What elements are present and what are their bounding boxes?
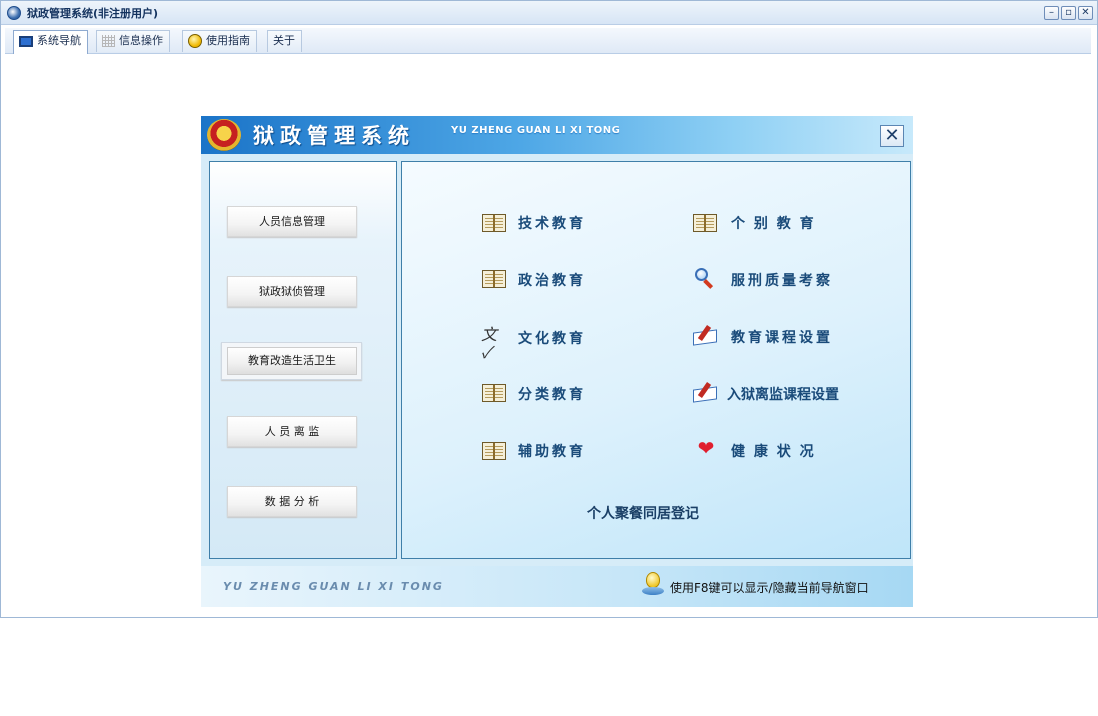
tab-label: 关于 xyxy=(273,34,295,47)
module-menu: 人员信息管理 狱政狱侦管理 教育改造生活卫生 人 员 离 监 数 据 分 析 xyxy=(209,161,397,559)
menu-label: 教育改造生活卫生 xyxy=(227,347,357,375)
panel-close-button[interactable]: ✕ xyxy=(880,125,904,147)
footer-brand-text: YU ZHENG GUAN LI XI TONG xyxy=(223,580,444,593)
link-auxiliary-education[interactable]: 辅助教育 xyxy=(518,441,586,461)
education-panel: 技术教育 政治教育 文✓ 文化教育 分类教育 辅助教育 个 别 教 育 服刑质量… xyxy=(401,161,911,559)
tab-label: 使用指南 xyxy=(206,34,250,47)
window-title: 狱政管理系统(非注册用户) xyxy=(27,7,159,20)
menu-education-reform[interactable]: 教育改造生活卫生 xyxy=(221,342,362,380)
book-icon xyxy=(482,442,506,460)
tab-bar: 系统导航 信息操作 使用指南 关于 xyxy=(5,28,1091,54)
tip-bulb-icon xyxy=(642,572,666,598)
tab-about[interactable]: 关于 xyxy=(267,30,302,52)
link-course-settings[interactable]: 教育课程设置 xyxy=(731,327,833,347)
title-bar: 狱政管理系统(非注册用户) – ▫ ✕ xyxy=(1,1,1097,25)
police-emblem-icon xyxy=(207,119,241,151)
link-political-education[interactable]: 政治教育 xyxy=(518,270,586,290)
app-logo-icon xyxy=(7,6,21,20)
link-sentence-quality-review[interactable]: 服刑质量考察 xyxy=(731,270,833,290)
monitor-icon xyxy=(19,35,33,47)
tab-user-guide[interactable]: 使用指南 xyxy=(182,30,257,52)
book-icon xyxy=(482,384,506,402)
book-icon xyxy=(693,214,717,232)
panel-header: 狱政管理系统 YU ZHENG GUAN LI XI TONG ✕ xyxy=(201,116,913,154)
link-admission-release-courses[interactable]: 入狱离监课程设置 xyxy=(727,384,839,404)
pen-book-icon xyxy=(693,382,719,403)
restore-button[interactable]: ▫ xyxy=(1061,6,1076,20)
link-classified-education[interactable]: 分类教育 xyxy=(518,384,586,404)
bulb-icon xyxy=(188,34,202,48)
grid-icon xyxy=(102,35,115,47)
minimize-button[interactable]: – xyxy=(1044,6,1059,20)
pen-book-icon xyxy=(693,325,719,346)
tab-label: 系统导航 xyxy=(37,34,81,47)
link-gathering-cohabitation-register[interactable]: 个人聚餐同居登记 xyxy=(587,503,699,523)
magnifier-icon xyxy=(695,268,715,289)
writing-icon: 文✓ xyxy=(481,325,498,362)
tab-label: 信息操作 xyxy=(119,34,163,47)
menu-personnel-release[interactable]: 人 员 离 监 xyxy=(227,416,357,447)
panel-footer: YU ZHENG GUAN LI XI TONG 使用F8键可以显示/隐藏当前导… xyxy=(201,566,913,607)
heart-icon: ❤ xyxy=(697,436,715,460)
close-window-button[interactable]: ✕ xyxy=(1078,6,1093,20)
link-individual-education[interactable]: 个 别 教 育 xyxy=(731,213,816,233)
panel-title: 狱政管理系统 xyxy=(253,124,415,148)
link-cultural-education[interactable]: 文化教育 xyxy=(518,328,586,348)
tab-info-operation[interactable]: 信息操作 xyxy=(96,30,170,52)
tab-system-navigation[interactable]: 系统导航 xyxy=(13,30,88,54)
link-technical-education[interactable]: 技术教育 xyxy=(518,213,586,233)
book-icon xyxy=(482,214,506,232)
book-icon xyxy=(482,270,506,288)
menu-data-analysis[interactable]: 数 据 分 析 xyxy=(227,486,357,517)
menu-personnel-info[interactable]: 人员信息管理 xyxy=(227,206,357,237)
link-health-status[interactable]: 健 康 状 况 xyxy=(731,441,816,461)
footer-tip-text: 使用F8键可以显示/隐藏当前导航窗口 xyxy=(670,581,869,595)
panel-subtitle: YU ZHENG GUAN LI XI TONG xyxy=(451,125,621,136)
navigation-panel: 狱政管理系统 YU ZHENG GUAN LI XI TONG ✕ 人员信息管理… xyxy=(201,116,913,607)
menu-prison-affairs[interactable]: 狱政狱侦管理 xyxy=(227,276,357,307)
